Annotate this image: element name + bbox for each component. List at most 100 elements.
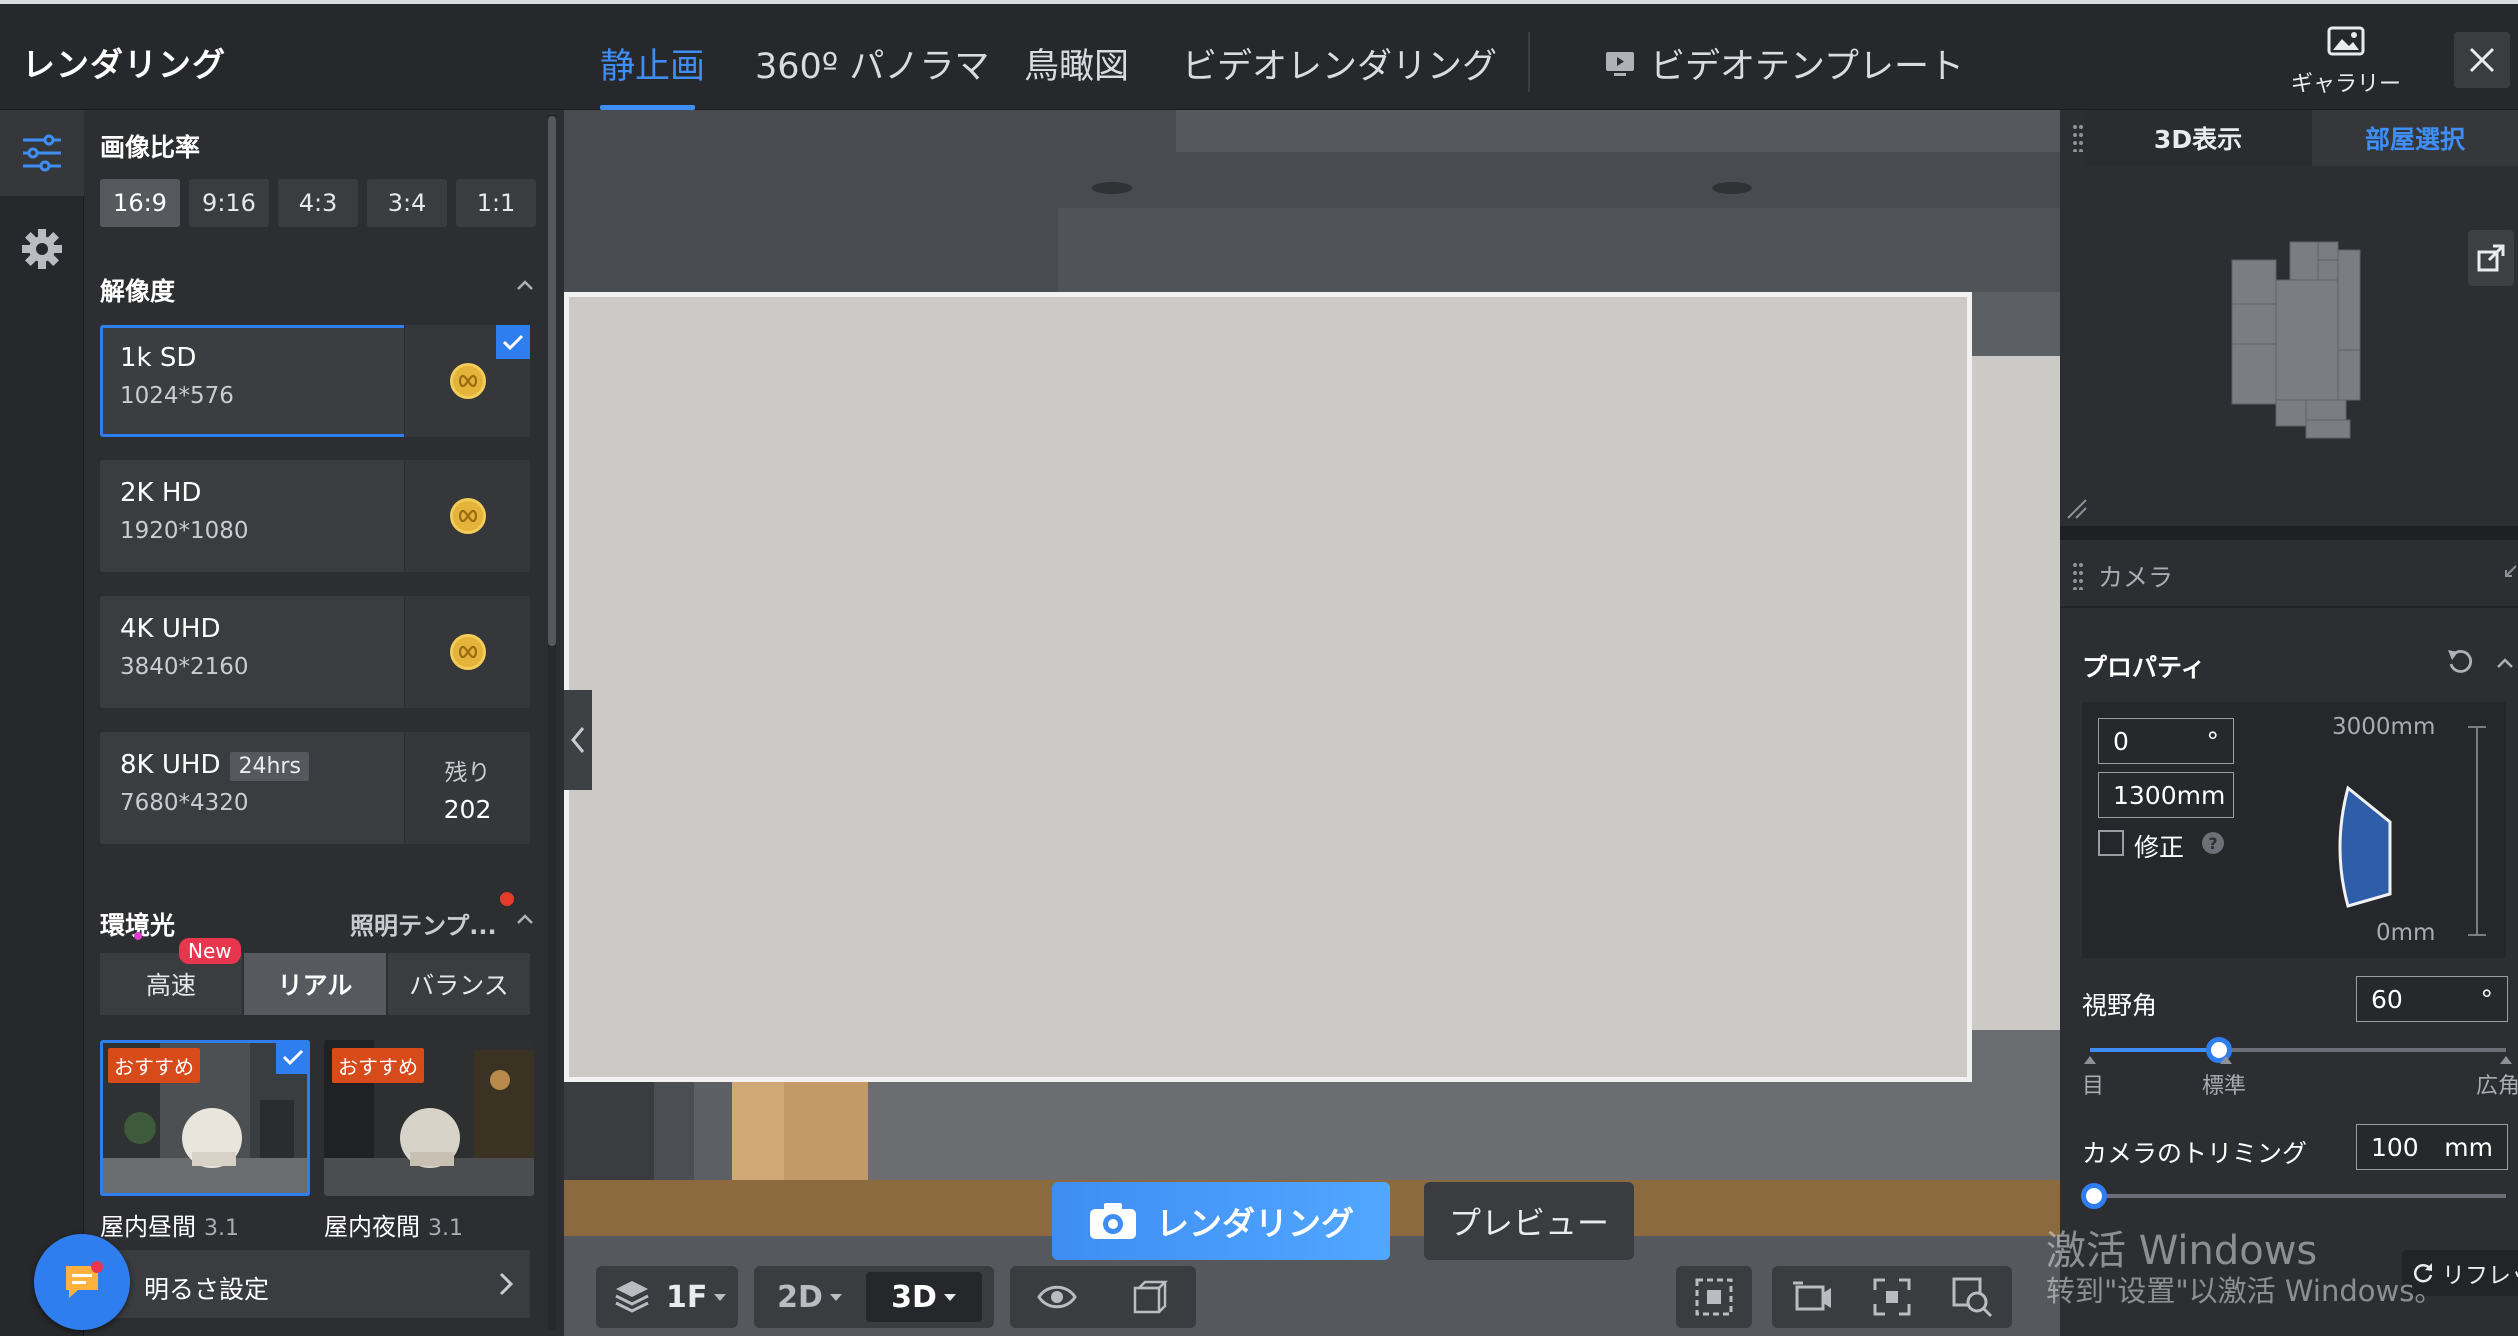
help-icon[interactable]: ? — [2202, 832, 2224, 854]
properties-title: プロパティ — [2082, 653, 2206, 682]
correction-checkbox[interactable] — [2098, 830, 2124, 856]
lighting-template-link[interactable]: 照明テンプ... — [350, 906, 497, 941]
remaining-count: 202 — [443, 794, 492, 824]
monitor-play-icon — [1606, 51, 1634, 76]
preview-button[interactable]: プレビュー — [1424, 1182, 1634, 1260]
chevron-up-icon[interactable] — [2496, 656, 2514, 670]
resolution-size: 1024*576 — [120, 383, 234, 409]
remaining-label: 残り — [444, 759, 491, 786]
resolution-name: 4K UHD — [120, 614, 221, 644]
tab-birds-eye[interactable]: 鳥瞰図 — [1024, 38, 1129, 89]
reset-icon[interactable] — [2446, 648, 2476, 676]
height-scale-tick — [2468, 934, 2486, 936]
eye-icon[interactable] — [1037, 1282, 1077, 1312]
resolution-4k-uhd[interactable]: 4K UHD 3840*2160 — [100, 596, 530, 708]
select-area-tool[interactable] — [1676, 1266, 1752, 1328]
view-mode-switch: 2D 3D — [754, 1266, 994, 1328]
windows-activation-hint: 转到"设置"以激活 Windows。 — [2046, 1274, 2444, 1308]
mode-real-button[interactable]: リアル — [244, 953, 386, 1015]
coin-icon — [449, 634, 486, 670]
fov-tick-eye: 目 — [2082, 1074, 2105, 1099]
refresh-label: リフレッ — [2442, 1263, 2518, 1289]
drag-handle-icon[interactable] — [2072, 562, 2084, 590]
new-badge: New — [179, 938, 241, 964]
camera-height-input[interactable]: 1300mm — [2098, 772, 2234, 818]
camera-trim-input[interactable]: 100 mm — [2356, 1124, 2508, 1170]
camera-fov-wedge[interactable] — [2332, 782, 2402, 912]
cube-icon[interactable] — [1131, 1278, 1169, 1316]
render-button[interactable]: レンダリング — [1052, 1182, 1390, 1260]
floor-selector[interactable]: 1F — [596, 1266, 738, 1328]
close-button[interactable] — [2454, 32, 2510, 88]
zoom-search-icon[interactable] — [1951, 1276, 1993, 1318]
tab-3d-view[interactable]: 3D表示 — [2084, 110, 2312, 166]
fov-tick-standard: 標準 — [2202, 1074, 2247, 1099]
view-2d-button[interactable]: 2D — [754, 1266, 866, 1328]
resolution-name-text: 8K UHD — [120, 750, 221, 780]
gallery-button[interactable]: ギャラリー — [2290, 26, 2402, 97]
camera-panel: カメラ プロパティ 0 ° 1300mm 修正 ? 3000mm 0mm 視野角… — [2060, 540, 2518, 1336]
camera-trim-value: 100 — [2371, 1132, 2419, 1162]
trim-slider-track[interactable] — [2094, 1194, 2506, 1198]
view-3d-button[interactable]: 3D — [866, 1272, 982, 1322]
trim-slider-knob[interactable] — [2081, 1183, 2107, 1209]
env-preset-name: 屋内夜間 — [324, 1213, 420, 1241]
resolution-name: 1k SD — [120, 343, 197, 373]
expand-minimap-button[interactable] — [2468, 230, 2514, 286]
close-icon — [2469, 47, 2495, 73]
floor-plan-map[interactable] — [2230, 240, 2380, 440]
resolution-1k-sd[interactable]: 1k SD 1024*576 — [100, 325, 530, 437]
height-max-label: 3000mm — [2332, 714, 2436, 740]
env-preset-indoor-day[interactable]: おすすめ — [100, 1040, 310, 1196]
settings-tab[interactable] — [0, 206, 84, 292]
top-bar: レンダリング 静止画 360º パノラマ 鳥瞰図 ビデオレンダリング ビデオテン… — [0, 0, 2518, 110]
panel-scrollbar-thumb[interactable] — [548, 116, 556, 646]
tab-still-image[interactable]: 静止画 — [600, 38, 705, 89]
tab-video-rendering[interactable]: ビデオレンダリング — [1182, 38, 1497, 89]
resize-grip-icon[interactable] — [2064, 496, 2088, 520]
view-2d-label: 2D — [777, 1279, 823, 1315]
aspect-4-3-button[interactable]: 4:3 — [278, 179, 358, 227]
app-title: レンダリング — [22, 45, 226, 84]
chevron-up-icon[interactable] — [516, 278, 534, 292]
aspect-1-1-button[interactable]: 1:1 — [456, 179, 536, 227]
aspect-9-16-button[interactable]: 9:16 — [189, 179, 269, 227]
aspect-16-9-button[interactable]: 16:9 — [100, 179, 180, 227]
degree-unit: ° — [2480, 984, 2494, 1014]
height-scale-axis — [2476, 726, 2478, 936]
height-scale-tick — [2468, 726, 2486, 728]
camera-reset-icon[interactable] — [1791, 1277, 1833, 1317]
tab-room-select[interactable]: 部屋選択 — [2312, 110, 2518, 166]
env-preset-indoor-night[interactable]: おすすめ — [324, 1040, 534, 1196]
fov-tick-wide: 広角 — [2476, 1074, 2518, 1099]
chat-support-button[interactable] — [34, 1234, 130, 1330]
duration-tag: 24hrs — [230, 752, 309, 781]
drag-handle-icon[interactable] — [2072, 124, 2084, 152]
collapse-corner-icon[interactable] — [2504, 564, 2518, 580]
brightness-settings-row[interactable]: 明るさ設定 — [100, 1250, 530, 1318]
tab-video-template[interactable]: ビデオテンプレート — [1604, 38, 1964, 89]
aspect-3-4-button[interactable]: 3:4 — [367, 179, 447, 227]
fov-value: 60 — [2371, 984, 2403, 1014]
fov-input[interactable]: 60 ° — [2356, 976, 2508, 1022]
sliders-icon — [23, 134, 61, 172]
resolution-2k-hd[interactable]: 2K HD 1920*1080 — [100, 460, 530, 572]
view-3d-label: 3D — [891, 1279, 937, 1315]
gear-icon — [22, 229, 62, 269]
caret-down-icon — [829, 1294, 842, 1301]
resolution-cost — [404, 460, 530, 572]
resolution-8k-uhd[interactable]: 8K UHD 24hrs 7680*4320 残り 202 — [100, 732, 530, 844]
tab-360-panorama[interactable]: 360º パノラマ — [755, 38, 989, 89]
chevron-up-icon[interactable] — [516, 912, 534, 926]
aspect-ratio-title: 画像比率 — [100, 133, 201, 162]
mode-balance-button[interactable]: バランス — [388, 953, 530, 1015]
render-button-label: レンダリング — [1156, 1204, 1354, 1243]
selected-check-icon — [276, 1040, 310, 1074]
camera-angle-value: 0 — [2113, 726, 2129, 756]
focus-icon[interactable] — [1872, 1277, 1912, 1317]
collapse-left-panel-button[interactable] — [564, 690, 592, 790]
coin-icon — [449, 363, 486, 399]
camera-angle-input[interactable]: 0 ° — [2098, 718, 2234, 764]
expand-icon — [2477, 244, 2505, 272]
render-settings-tab[interactable] — [0, 110, 84, 196]
